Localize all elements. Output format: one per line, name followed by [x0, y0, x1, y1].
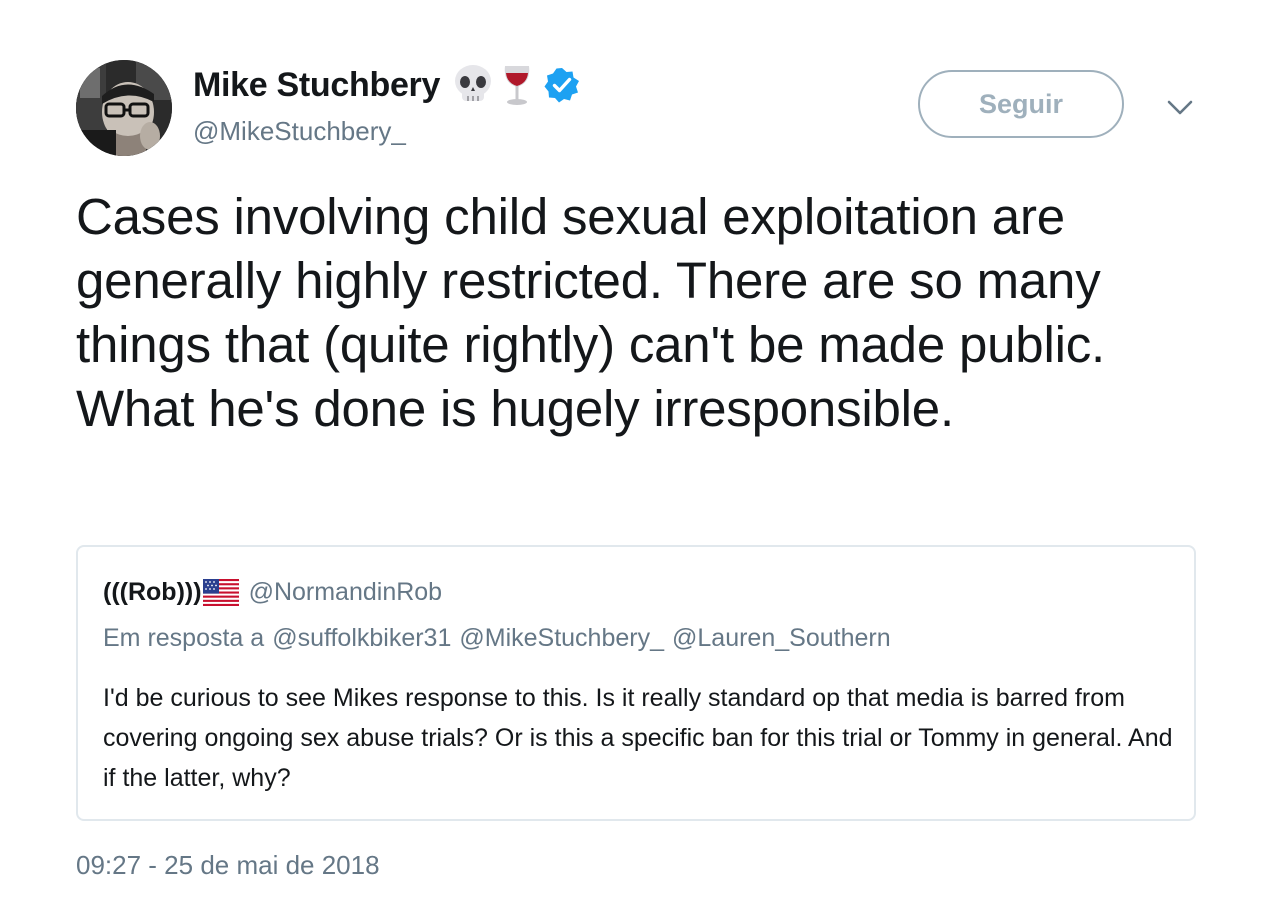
author-display-name[interactable]: Mike Stuchbery — [193, 66, 440, 105]
follow-button[interactable]: Seguir — [918, 70, 1124, 138]
reply-to-line: Em resposta a @suffolkbiker31 @MikeStuchbe… — [103, 624, 899, 653]
tweet-text: Cases involving child sexual exploitatio… — [76, 188, 1106, 437]
more-options-chevron-down-icon[interactable] — [1164, 94, 1196, 122]
us-flag-icon — [202, 578, 239, 606]
reply-handle-suffolkbiker31[interactable]: @suffolkbiker31 — [272, 624, 451, 652]
reply-to-prefix: Em resposta a — [103, 624, 265, 652]
reply-handle-lauren-southern[interactable]: @Lauren_Southern — [672, 624, 891, 652]
verified-badge-icon — [544, 67, 580, 103]
quoted-tweet-card[interactable]: (((Rob))) @NormandinRob Em resposta a @s… — [76, 545, 1196, 821]
author-avatar[interactable] — [76, 60, 172, 156]
quoted-tweet-text: I'd be curious to see Mikes response to … — [103, 684, 1173, 792]
avatar-image — [76, 60, 172, 156]
skull-icon — [452, 63, 494, 107]
quoted-tweet-header: (((Rob))) @NormandinRob — [103, 574, 442, 610]
author-handle[interactable]: @MikeStuchbery_ — [193, 116, 406, 147]
quoted-handle: @NormandinRob — [248, 577, 443, 606]
quoted-display-name: (((Rob))) — [103, 577, 202, 606]
author-name-row[interactable]: Mike Stuchbery — [193, 62, 580, 108]
reply-handle-mikestuchbery[interactable]: @MikeStuchbery_ — [459, 624, 664, 652]
wine-glass-icon — [500, 63, 534, 107]
tweet-timestamp[interactable]: 09:27 - 25 de mai de 2018 — [76, 850, 380, 881]
